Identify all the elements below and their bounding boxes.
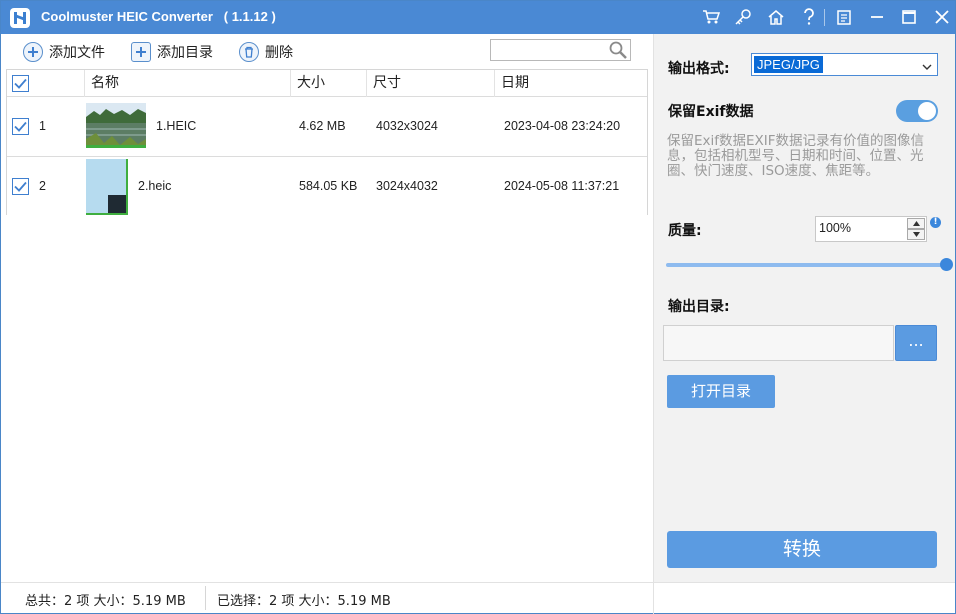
quality-decrement-button[interactable] [907,229,925,240]
add-file-label: 添加文件 [49,45,105,61]
home-icon[interactable] [765,6,787,28]
quality-value: 100% [819,221,851,235]
status-divider [653,583,654,614]
file-size: 4.62 MB [299,119,346,133]
quality-stepper[interactable]: 100% [815,216,927,242]
file-dimensions: 3024x4032 [376,179,438,193]
close-icon[interactable] [931,6,953,28]
key-icon[interactable] [732,6,754,28]
status-selected: 已选择：2 项 大小：5.19 MB [217,594,391,609]
exif-description: 保留Exif数据EXIF数据记录有价值的图像信息，包括相机型号、日期和时间、位置… [667,133,925,179]
app-window: Coolmuster HEIC Converter ( 1.1.12 ) 添加文… [0,0,956,614]
add-folder-icon [131,42,151,62]
maximize-icon[interactable] [898,6,920,28]
minimize-icon[interactable] [866,6,888,28]
output-dir-label: 输出目录: [668,299,730,315]
delete-label: 删除 [265,45,293,61]
titlebar-divider [824,9,825,26]
file-table: 名称 大小 尺寸 日期 1 1.HEIC 4.62 MB 4032x3024 2… [6,69,648,217]
status-divider [205,586,206,610]
keep-exif-toggle[interactable] [896,100,938,122]
info-icon[interactable]: ! [930,217,941,228]
browse-button[interactable]: ... [895,325,937,361]
file-name: 1.HEIC [156,119,197,133]
table-row[interactable]: 1 1.HEIC 4.62 MB 4032x3024 2023-04-08 23… [7,97,647,157]
app-logo-icon [10,8,30,28]
select-all-checkbox[interactable] [12,75,29,92]
title-bar[interactable]: Coolmuster HEIC Converter ( 1.1.12 ) [1,1,955,34]
quality-slider-thumb[interactable] [940,258,953,271]
status-total: 总共：2 项 大小：5.19 MB [25,594,186,609]
search-icon[interactable] [608,41,628,59]
settings-panel: 输出格式: JPEG/JPG 保留Exif数据 保留Exif数据EXIF数据记录… [653,34,955,582]
help-icon[interactable] [798,6,820,28]
convert-button[interactable]: 转换 [667,531,937,568]
row-checkbox[interactable] [12,118,29,135]
output-dir-field[interactable] [663,325,894,361]
feedback-icon[interactable] [833,6,855,28]
status-bar: 总共：2 项 大小：5.19 MB 已选择：2 项 大小：5.19 MB [1,582,955,614]
output-dir-input[interactable] [664,326,893,360]
file-size: 584.05 KB [299,179,358,193]
file-dimensions: 4032x3024 [376,119,438,133]
file-date: 2023-04-08 23:24:20 [504,119,621,133]
output-format-value: JPEG/JPG [754,56,823,73]
column-header-size[interactable]: 大小 [290,70,366,97]
column-header-name[interactable]: 名称 [84,70,290,97]
trash-icon [239,42,259,62]
chevron-down-icon [922,60,932,75]
delete-button[interactable]: 删除 [239,41,293,63]
table-header: 名称 大小 尺寸 日期 [7,70,647,97]
toolbar: 添加文件 添加目录 删除 [1,34,653,68]
add-file-button[interactable]: 添加文件 [23,41,105,63]
window-title: Coolmuster HEIC Converter ( 1.1.12 ) [41,9,276,24]
file-name: 2.heic [138,179,172,193]
cart-icon[interactable] [700,6,722,28]
row-checkbox[interactable] [12,178,29,195]
keep-exif-label: 保留Exif数据 [668,104,754,120]
row-index: 2 [39,179,46,193]
output-format-select[interactable]: JPEG/JPG [751,53,938,76]
thumbnail-image [86,103,146,148]
add-folder-button[interactable]: 添加目录 [131,41,213,63]
toggle-knob [918,102,936,120]
output-format-label: 输出格式: [668,61,730,77]
search-input[interactable] [491,40,606,60]
quality-label: 质量: [668,223,702,239]
open-directory-button[interactable]: 打开目录 [667,375,775,408]
quality-increment-button[interactable] [907,218,925,229]
search-box[interactable] [490,39,631,61]
thumbnail-image [86,159,128,215]
column-header-date[interactable]: 日期 [494,70,647,97]
table-row[interactable]: 2 2.heic 584.05 KB 3024x4032 2024-05-08 … [7,157,647,217]
column-header-dimensions[interactable]: 尺寸 [366,70,494,97]
add-file-icon [23,42,43,62]
row-index: 1 [39,119,46,133]
quality-slider[interactable] [666,263,942,267]
file-date: 2024-05-08 11:37:21 [504,179,620,193]
add-folder-label: 添加目录 [157,45,213,61]
